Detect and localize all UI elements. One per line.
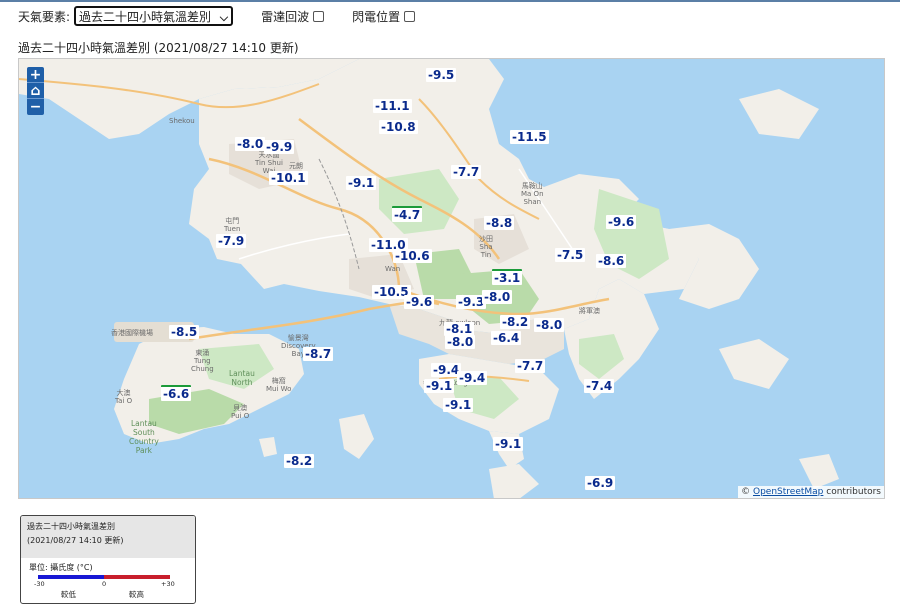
- station-temp-s27[interactable]: -8.0: [534, 318, 565, 332]
- lightning-label: 閃電位置: [352, 9, 401, 24]
- radar-checkbox[interactable]: [313, 10, 325, 22]
- radar-label: 雷達回波: [261, 9, 310, 24]
- element-label: 天氣要素:: [18, 9, 71, 24]
- lightning-toggle[interactable]: 閃電位置: [352, 8, 416, 25]
- land-ne-islands: [739, 89, 819, 139]
- station-temp-s22[interactable]: -8.0: [482, 290, 513, 304]
- station-temp-s17[interactable]: -8.6: [596, 254, 627, 268]
- station-temp-s05[interactable]: -8.0: [235, 137, 266, 151]
- legend-words: 較低 較高: [21, 589, 195, 599]
- top-border: [0, 0, 900, 2]
- legend-tick-mid: 0: [102, 580, 107, 588]
- lightning-checkbox[interactable]: [404, 10, 416, 22]
- toolbar: 天氣要素: 過去二十四小時氣溫差別 ⌵ 雷達回波 閃電位置: [18, 5, 416, 27]
- station-temp-s28[interactable]: -6.4: [491, 331, 522, 345]
- station-temp-s15[interactable]: -10.6: [393, 249, 432, 263]
- weather-element-select[interactable]: 過去二十四小時氣溫差別 ⌵: [74, 6, 234, 26]
- station-temp-s12[interactable]: -9.6: [606, 215, 637, 229]
- home-icon[interactable]: ⌂: [27, 83, 44, 99]
- place-label-airport: 香港國際機場: [111, 329, 153, 337]
- station-temp-s24[interactable]: -8.1: [444, 322, 475, 336]
- station-temp-s04[interactable]: -11.5: [510, 130, 549, 144]
- place-label-tuen: 屯門 Tuen: [224, 217, 241, 233]
- station-temp-s07[interactable]: -10.1: [269, 171, 308, 185]
- chevron-down-icon: ⌵: [219, 11, 229, 24]
- station-temp-s31[interactable]: -9.1: [424, 379, 455, 393]
- station-temp-s32[interactable]: -9.4: [457, 371, 488, 385]
- station-temp-s25[interactable]: -8.0: [445, 335, 476, 349]
- place-label-shatin: 沙田 Sha Tin: [479, 235, 493, 259]
- place-label-maonshan: 馬鞍山 Ma On Shan: [521, 182, 544, 206]
- land-south-islands: [489, 464, 539, 498]
- station-temp-s03[interactable]: -10.8: [379, 120, 418, 134]
- map-viewport[interactable]: + ⌂ − Shekou天水圍 Tin Shui Wai元朗屯門 Tuen馬鞍山…: [18, 58, 885, 499]
- station-temp-s37[interactable]: -9.1: [493, 437, 524, 451]
- station-temp-s33[interactable]: -7.7: [515, 359, 546, 373]
- legend-title: 過去二十四小時氣溫差別: [27, 522, 115, 531]
- legend-cold-label: 較低: [61, 590, 76, 599]
- zoom-controls: + ⌂ −: [27, 67, 44, 115]
- zoom-out-button[interactable]: −: [27, 99, 44, 115]
- station-temp-s11[interactable]: -8.8: [484, 216, 515, 230]
- station-temp-s20[interactable]: -9.6: [404, 295, 435, 309]
- place-label-muiwo: 梅窩 Mui Wo: [266, 377, 292, 393]
- legend-updated: (2021/08/27 14:10 更新): [27, 536, 124, 545]
- station-temp-s34[interactable]: -6.6: [161, 385, 192, 401]
- station-temp-s18[interactable]: -3.1: [492, 269, 523, 285]
- station-temp-s36[interactable]: -9.1: [443, 398, 474, 412]
- map-subtitle: 過去二十四小時氣溫差別 (2021/08/27 14:10 更新): [18, 41, 299, 55]
- station-temp-s06[interactable]: -9.9: [264, 140, 295, 154]
- station-temp-s39[interactable]: -6.9: [585, 476, 616, 490]
- station-temp-s10[interactable]: -4.7: [392, 206, 423, 222]
- weather-element-selected: 過去二十四小時氣溫差別: [79, 10, 212, 24]
- station-temp-s02[interactable]: -11.1: [373, 99, 412, 113]
- radar-toggle[interactable]: 雷達回波: [261, 8, 325, 25]
- station-temp-s38[interactable]: -8.2: [284, 454, 315, 468]
- attribution-prefix: ©: [741, 487, 751, 497]
- legend-header: 過去二十四小時氣溫差別 (2021/08/27 14:10 更新): [21, 516, 195, 558]
- legend-ticks: -30 0 +30: [21, 579, 195, 589]
- place-label-lantaunorth: Lantau North: [229, 369, 255, 387]
- place-label-tungchung: 東涌 Tung Chung: [191, 349, 214, 373]
- map-attribution: © OpenStreetMap contributors: [738, 486, 884, 498]
- station-temp-s08[interactable]: -9.1: [346, 176, 377, 190]
- station-temp-s35[interactable]: -7.4: [584, 379, 615, 393]
- place-label-puio: 貝澳 Pui O: [231, 404, 250, 420]
- place-label-shekou: Shekou: [169, 117, 195, 125]
- place-label-lantausouth: Lantau South Country Park: [129, 419, 159, 455]
- legend-tick-min: -30: [34, 580, 45, 588]
- legend-tick-max: +30: [161, 580, 175, 588]
- place-label-wan: Wan: [385, 265, 401, 273]
- station-temp-s09[interactable]: -7.7: [451, 165, 482, 179]
- land-east-islands: [719, 339, 789, 389]
- station-temp-s16[interactable]: -7.5: [555, 248, 586, 262]
- openstreetmap-link[interactable]: OpenStreetMap: [753, 487, 823, 497]
- station-temp-s29[interactable]: -8.7: [303, 347, 334, 361]
- zoom-in-button[interactable]: +: [27, 67, 44, 83]
- place-label-yuenlong: 元朗: [289, 162, 303, 170]
- legend-unit: 單位: 攝氏度 (°C): [29, 563, 93, 572]
- station-temp-s13[interactable]: -7.9: [216, 234, 247, 248]
- legend-panel: 過去二十四小時氣溫差別 (2021/08/27 14:10 更新) 單位: 攝氏…: [20, 515, 196, 604]
- land-cheung-chau: [259, 437, 277, 457]
- place-label-taio: 大澳 Tai O: [115, 389, 133, 405]
- land-lamma: [339, 414, 374, 459]
- attribution-suffix: contributors: [826, 487, 881, 497]
- station-temp-s23[interactable]: -8.5: [169, 325, 200, 339]
- place-label-tseungkwano: 將軍澳: [579, 307, 600, 315]
- station-temp-s01[interactable]: -9.5: [426, 68, 457, 82]
- land-ninepin: [799, 454, 839, 489]
- legend-warm-label: 較高: [129, 590, 144, 599]
- station-temp-s26[interactable]: -8.2: [500, 315, 531, 329]
